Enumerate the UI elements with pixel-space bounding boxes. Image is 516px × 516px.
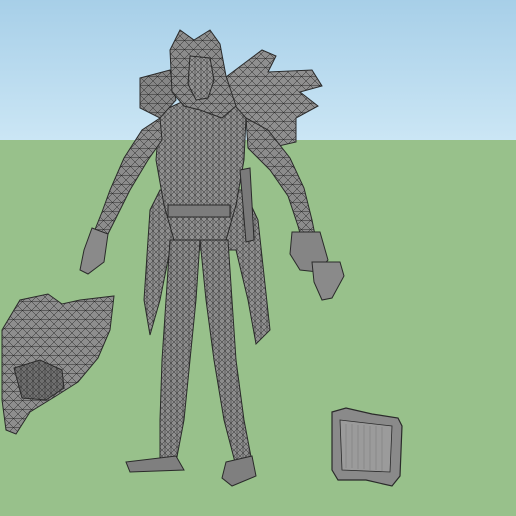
belt-mesh [167, 204, 231, 218]
left-hand-mesh [79, 227, 109, 275]
banner-panel-mesh [339, 419, 393, 473]
right-foot-mesh [221, 455, 257, 487]
character-model[interactable] [79, 29, 345, 487]
right-hand-mesh [311, 261, 345, 301]
3d-viewport[interactable] [0, 0, 516, 516]
scene-canvas[interactable] [0, 0, 516, 516]
left-foot-mesh [125, 455, 185, 473]
beast-head-helmet[interactable] [1, 293, 115, 435]
banner-shield[interactable] [331, 407, 403, 487]
